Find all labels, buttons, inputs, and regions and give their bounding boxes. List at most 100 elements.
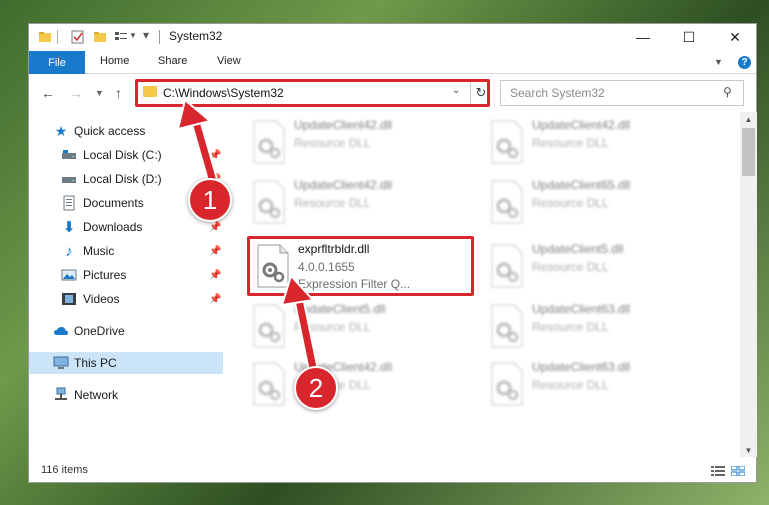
pin-icon[interactable]: 📌 bbox=[209, 294, 221, 305]
tab-file[interactable]: File bbox=[29, 51, 85, 74]
file-name: UpdateClient5.dll bbox=[294, 302, 386, 316]
sidebar-item-downloads[interactable]: ⬇ Downloads 📌 bbox=[29, 216, 223, 238]
file-name: UpdateClient5.dll bbox=[532, 242, 624, 256]
dll-file-icon bbox=[253, 304, 285, 348]
sidebar-item-this-pc[interactable]: This PC bbox=[29, 352, 223, 374]
dll-file-icon bbox=[491, 120, 523, 164]
properties-icon[interactable] bbox=[71, 30, 85, 44]
sidebar-item-label: Quick access bbox=[74, 124, 146, 138]
maximize-button[interactable]: ☐ bbox=[666, 24, 712, 50]
title-divider bbox=[57, 30, 58, 44]
file-item[interactable]: UpdateClient42.dll Resource DLL bbox=[248, 176, 468, 228]
recent-locations-icon[interactable]: ▼ bbox=[95, 88, 104, 98]
network-icon bbox=[55, 387, 67, 400]
dll-file-icon bbox=[491, 244, 523, 288]
sidebar-item-local-disk-c[interactable]: Local Disk (C:) 📌 bbox=[29, 144, 223, 166]
address-bar[interactable]: C:\Windows\System32 ⌄ ↻ bbox=[135, 80, 490, 106]
details-view-icon[interactable] bbox=[711, 466, 725, 476]
scroll-up-icon[interactable]: ▲ bbox=[740, 112, 757, 126]
sidebar-item-label: Local Disk (C:) bbox=[83, 148, 162, 162]
view-options-icon[interactable] bbox=[114, 30, 128, 44]
file-description: Resource DLL bbox=[294, 136, 371, 150]
refresh-icon[interactable]: ↻ bbox=[470, 81, 491, 105]
music-icon: ♪ bbox=[65, 242, 73, 260]
file-name: UpdateClient42.dll bbox=[294, 178, 393, 192]
pin-icon[interactable]: 📌 bbox=[209, 270, 221, 281]
file-item[interactable]: UpdateClient42.dll Resource DLL bbox=[248, 358, 468, 410]
forward-icon[interactable]: → bbox=[69, 85, 83, 101]
title-separator bbox=[159, 30, 160, 44]
folder-icon[interactable] bbox=[38, 30, 52, 44]
item-count: 116 items bbox=[41, 464, 88, 476]
search-box[interactable]: Search System32 ⚲ bbox=[500, 80, 744, 106]
tab-view[interactable]: View bbox=[217, 55, 241, 67]
sidebar-item-music[interactable]: ♪ Music 📌 bbox=[29, 240, 223, 262]
title-bar: ▼ ▾ System32 — ☐ ✕ bbox=[29, 24, 756, 50]
file-item[interactable]: UpdateClient65.dll Resource DLL bbox=[486, 176, 706, 228]
file-item[interactable]: UpdateClient63.dll Resource DLL bbox=[486, 300, 706, 352]
dll-file-icon bbox=[253, 362, 285, 406]
sidebar-item-pictures[interactable]: Pictures 📌 bbox=[29, 264, 223, 286]
up-icon[interactable]: ↑ bbox=[115, 85, 122, 101]
dll-file-icon bbox=[253, 120, 285, 164]
dll-file-icon bbox=[491, 362, 523, 406]
file-name: UpdateClient63.dll bbox=[532, 360, 631, 374]
vertical-scrollbar[interactable]: ▲ ▼ bbox=[740, 112, 757, 457]
sidebar-item-label: OneDrive bbox=[74, 324, 125, 338]
new-folder-icon[interactable] bbox=[93, 30, 107, 44]
callout-badge-1: 1 bbox=[188, 178, 232, 222]
dll-file-icon bbox=[491, 304, 523, 348]
file-description: Resource DLL bbox=[532, 196, 609, 210]
scrollbar-thumb[interactable] bbox=[742, 128, 755, 176]
sidebar-item-network[interactable]: Network bbox=[29, 384, 223, 406]
file-item[interactable]: UpdateClient42.dll Resource DLL bbox=[248, 116, 468, 168]
minimize-icon: — bbox=[636, 29, 650, 45]
sidebar-item-quick-access[interactable]: ★ Quick access bbox=[29, 120, 223, 142]
customize-toolbar-icon[interactable]: ▾ bbox=[143, 28, 149, 42]
sidebar-item-label: Network bbox=[74, 388, 119, 402]
chevron-down-icon[interactable]: ▼ bbox=[129, 31, 137, 40]
tab-share[interactable]: Share bbox=[158, 55, 187, 67]
file-item[interactable]: UpdateClient5.dll Resource DLL bbox=[486, 240, 706, 292]
drive-icon bbox=[62, 177, 76, 183]
file-description: Resource DLL bbox=[532, 320, 609, 334]
sidebar-item-label: This PC bbox=[74, 356, 117, 370]
file-item[interactable]: UpdateClient42.dll Resource DLL bbox=[486, 116, 706, 168]
minimize-button[interactable]: — bbox=[620, 24, 666, 50]
file-name: UpdateClient42.dll bbox=[532, 118, 631, 132]
scroll-down-icon[interactable]: ▼ bbox=[740, 443, 757, 457]
sidebar-item-label: Documents bbox=[83, 196, 144, 210]
download-icon: ⬇ bbox=[62, 219, 76, 236]
pin-icon[interactable]: 📌 bbox=[209, 246, 221, 257]
computer-icon bbox=[53, 356, 69, 369]
search-input[interactable]: Search System32 bbox=[510, 86, 605, 100]
status-bar: 116 items bbox=[29, 458, 756, 482]
pictures-icon bbox=[61, 269, 77, 281]
cloud-icon bbox=[54, 327, 68, 335]
file-name: UpdateClient63.dll bbox=[532, 302, 631, 316]
large-icons-view-icon[interactable] bbox=[731, 466, 745, 476]
drive-icon bbox=[62, 150, 76, 159]
search-icon[interactable]: ⚲ bbox=[723, 85, 732, 99]
file-item[interactable]: UpdateClient63.dll Resource DLL bbox=[486, 358, 706, 410]
sidebar-item-onedrive[interactable]: OneDrive bbox=[29, 320, 223, 342]
maximize-icon: ☐ bbox=[682, 28, 696, 45]
back-icon[interactable]: ← bbox=[41, 85, 55, 101]
sidebar-item-label: Music bbox=[83, 244, 115, 258]
file-item[interactable]: UpdateClient5.dll Resource DLL bbox=[248, 300, 468, 352]
ribbon: File Home Share View ▼ ? bbox=[29, 51, 756, 74]
file-highlight bbox=[247, 236, 474, 296]
chevron-down-icon[interactable]: ⌄ bbox=[452, 85, 460, 96]
expand-ribbon-icon[interactable]: ▼ bbox=[714, 57, 723, 67]
close-button[interactable]: ✕ bbox=[712, 24, 758, 50]
documents-icon bbox=[63, 195, 75, 211]
sidebar-item-label: Downloads bbox=[83, 220, 143, 234]
videos-icon bbox=[62, 293, 76, 305]
pin-icon[interactable]: 📌 bbox=[209, 222, 221, 233]
help-icon[interactable]: ? bbox=[738, 56, 751, 69]
pin-icon[interactable]: 📌 bbox=[209, 150, 221, 161]
address-path[interactable]: C:\Windows\System32 bbox=[163, 86, 284, 100]
file-description: Resource DLL bbox=[532, 378, 609, 392]
sidebar-item-videos[interactable]: Videos 📌 bbox=[29, 288, 223, 310]
tab-home[interactable]: Home bbox=[100, 55, 129, 67]
